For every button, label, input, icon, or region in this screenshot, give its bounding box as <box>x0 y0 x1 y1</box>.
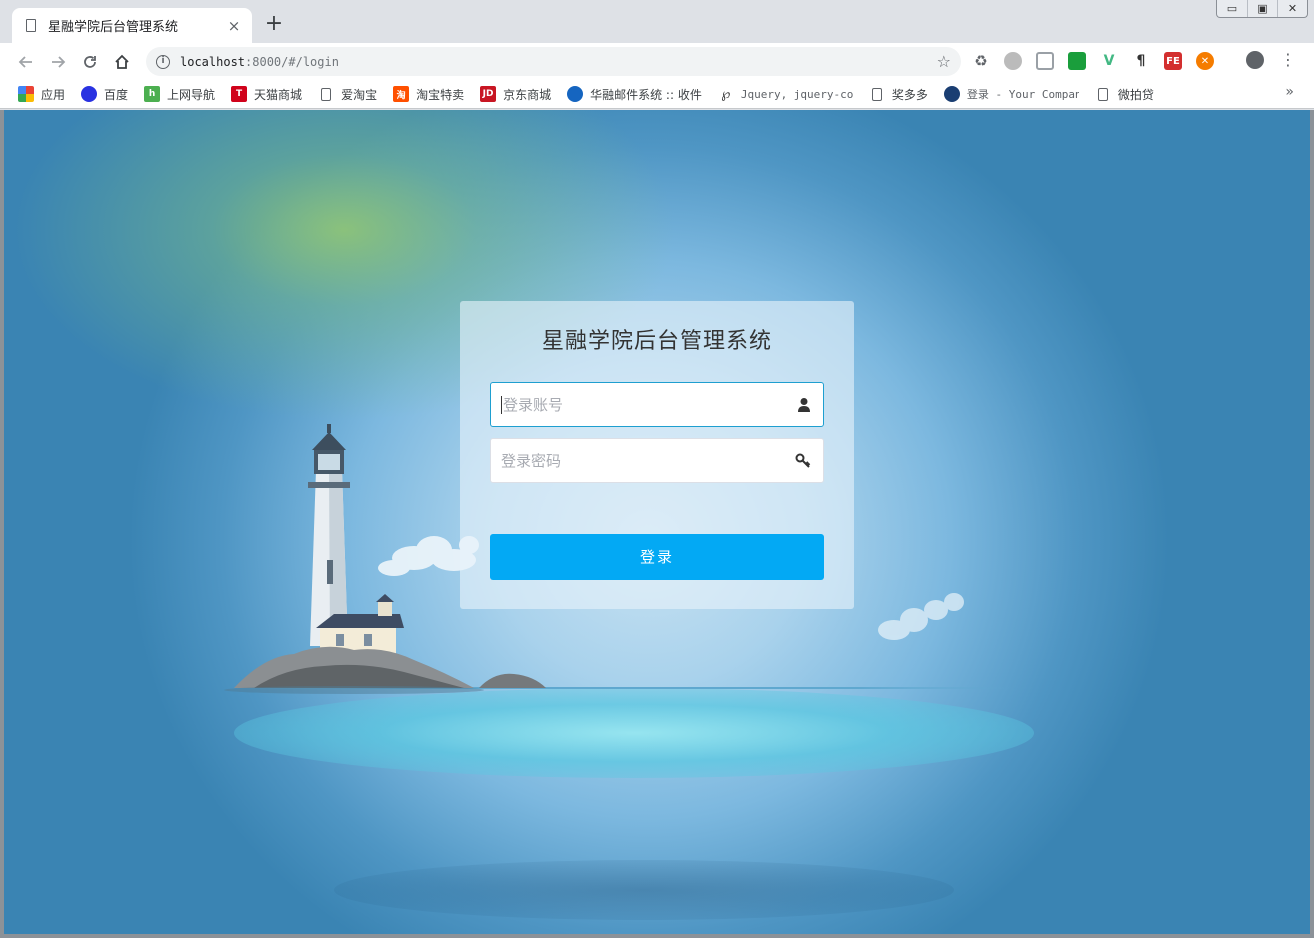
maximize-button[interactable]: ▣ <box>1247 0 1277 17</box>
browser-toolbar: i localhost:8000/#/login ☆ ♻ V ¶ FE ✕ ⋮ <box>0 43 1314 80</box>
home-button[interactable] <box>106 46 138 78</box>
bookmark-jd[interactable]: JD 京东商城 <box>480 86 551 103</box>
script-icon: ℘ <box>721 86 731 102</box>
grid-extension-icon[interactable] <box>1036 52 1054 70</box>
paragraph-extension-icon[interactable]: ¶ <box>1132 52 1150 70</box>
green-square-extension-icon[interactable] <box>1068 52 1086 70</box>
page-doc-icon <box>26 19 36 32</box>
company-icon <box>943 86 960 102</box>
doc-icon <box>321 87 332 101</box>
site-info-icon[interactable]: i <box>156 54 170 69</box>
user-icon <box>798 397 810 412</box>
doc-icon <box>871 87 882 101</box>
vue-devtools-icon[interactable]: V <box>1100 52 1118 70</box>
new-tab-button[interactable]: + <box>262 13 286 37</box>
bookmark-star-icon[interactable]: ☆ <box>937 52 951 71</box>
browser-tab[interactable]: 星融学院后台管理系统 × <box>12 8 252 43</box>
back-button[interactable] <box>10 46 42 78</box>
doc-icon <box>1097 87 1108 101</box>
address-bar[interactable]: i localhost:8000/#/login ☆ <box>146 47 961 76</box>
url-text[interactable]: localhost:8000/#/login <box>180 55 937 69</box>
page-viewport: 星融学院后台管理系统 登录 <box>4 110 1310 934</box>
gray-extension-icon[interactable] <box>1004 52 1022 70</box>
hao123-icon: h <box>144 86 161 102</box>
password-field[interactable] <box>490 438 824 483</box>
bookmark-taobao-sale[interactable]: 淘 淘宝特卖 <box>393 86 464 103</box>
login-card: 星融学院后台管理系统 登录 <box>460 301 854 609</box>
recycle-extension-icon[interactable]: ♻ <box>972 52 990 70</box>
mail-icon <box>567 86 584 102</box>
browser-menu-icon[interactable]: ⋮ <box>1280 49 1296 71</box>
window-controls: ▭ ▣ ✕ <box>1216 0 1308 18</box>
apps-grid-icon <box>18 86 34 102</box>
bookmark-weipaidai[interactable]: 微拍贷 <box>1095 86 1154 103</box>
bookmark-apps[interactable]: 应用 <box>18 86 65 103</box>
key-icon <box>795 453 811 468</box>
minimize-button[interactable]: ▭ <box>1217 0 1247 17</box>
tmall-icon: T <box>231 86 248 102</box>
login-title: 星融学院后台管理系统 <box>541 329 772 354</box>
window-border-left <box>0 110 4 938</box>
bookmark-tmall[interactable]: T 天猫商城 <box>231 86 302 103</box>
cloud-decoration <box>878 593 964 640</box>
text-caret <box>501 395 502 414</box>
window-border-right <box>1310 110 1314 938</box>
close-window-button[interactable]: ✕ <box>1277 0 1307 17</box>
username-field[interactable] <box>490 382 824 427</box>
extensions: ♻ V ¶ FE ✕ <box>972 50 1228 72</box>
password-input[interactable] <box>501 440 795 481</box>
orange-extension-icon[interactable]: ✕ <box>1196 52 1214 70</box>
bottom-shadow <box>334 860 954 920</box>
taobao-icon: 淘 <box>393 86 410 102</box>
home-icon <box>115 54 129 69</box>
bookmark-mail[interactable]: 华融邮件系统 :: 收件 <box>567 86 702 103</box>
profile-avatar-icon[interactable] <box>1246 51 1264 69</box>
tab-title: 星融学院后台管理系统 <box>48 20 179 35</box>
bookmark-jquery[interactable]: ℘ Jquery, jquery-cook: <box>718 86 853 102</box>
arrow-left-icon <box>18 55 32 68</box>
jd-icon: JD <box>480 86 497 102</box>
baidu-paw-icon <box>81 86 98 102</box>
browser-titlebar: 星融学院后台管理系统 × + ▭ ▣ ✕ <box>0 0 1314 43</box>
bookmark-jiangduoduo[interactable]: 奖多多 <box>869 86 928 103</box>
fe-helper-icon[interactable]: FE <box>1164 52 1182 70</box>
reload-icon <box>84 55 96 68</box>
bookmarks-overflow-icon[interactable]: » <box>1285 84 1294 100</box>
bookmark-baidu[interactable]: 百度 <box>81 86 128 103</box>
window-border-bottom <box>0 934 1314 938</box>
bookmark-aitaobao[interactable]: 爱淘宝 <box>318 86 377 103</box>
login-button[interactable]: 登录 <box>490 534 824 580</box>
bookmark-hao123[interactable]: h 上网导航 <box>144 86 215 103</box>
bookmarks-bar: 应用 百度 h 上网导航 T 天猫商城 爱淘宝 淘 淘宝特卖 JD 京东商城 华… <box>0 80 1314 109</box>
reload-button[interactable] <box>74 46 106 78</box>
bookmark-company-login[interactable]: 登录 - Your Company <box>943 86 1079 102</box>
forward-button[interactable] <box>42 46 74 78</box>
username-input[interactable] <box>503 384 797 425</box>
close-tab-icon[interactable]: × <box>226 18 242 34</box>
arrow-right-icon <box>52 55 66 68</box>
